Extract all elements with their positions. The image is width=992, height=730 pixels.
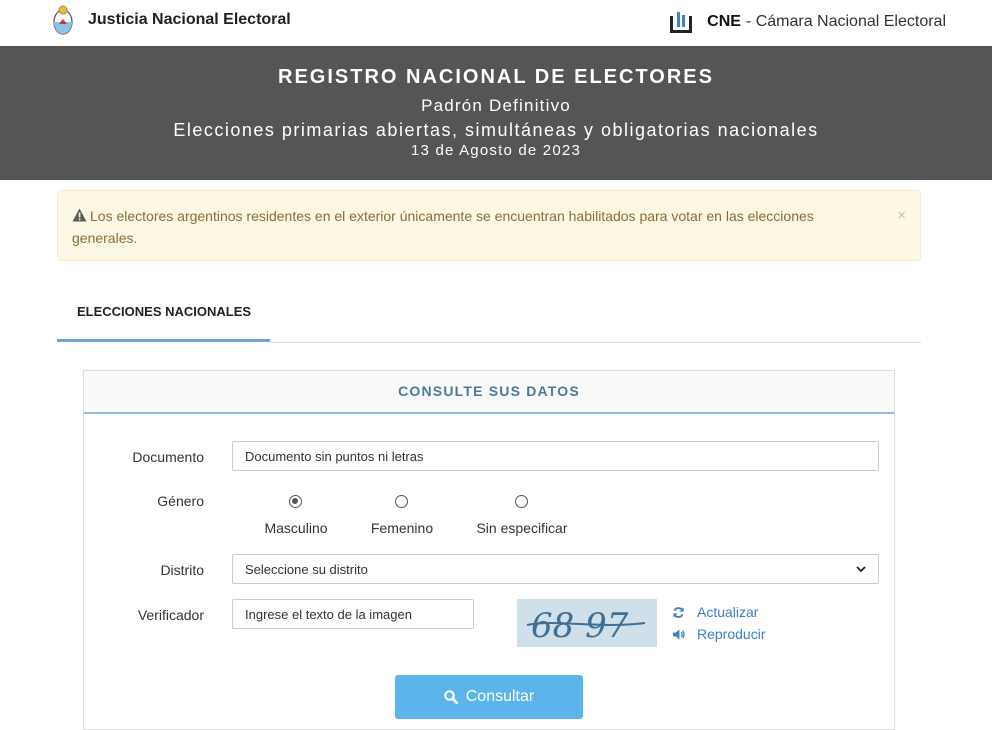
verificador-placeholder: Ingrese el texto de la imagen [245,606,412,622]
cne-title: - Cámara Nacional Electoral [745,13,946,30]
captcha-drawing: 68 97 [526,606,646,646]
page-banner: REGISTRO NACIONAL DE ELECTORES Padrón De… [0,46,992,180]
genero-masculino-label[interactable]: Masculino [246,520,346,536]
warning-icon [72,208,87,222]
genero-sin-especificar-label[interactable]: Sin especificar [457,520,587,536]
cne-abbr: CNE [707,13,741,30]
verificador-input[interactable]: Ingrese el texto de la imagen [232,599,474,629]
banner-date: 13 de Agosto de 2023 [411,142,581,159]
consultar-button[interactable]: Consultar [395,675,583,719]
genero-label: Género [157,493,204,509]
documento-input[interactable]: Documento sin puntos ni letras [232,441,879,471]
site-title: Justicia Nacional Electoral [88,11,291,28]
argentina-coat-of-arms-icon [53,5,73,35]
warning-alert: Los electores argentinos residentes en e… [57,190,921,261]
distrito-select[interactable]: Seleccione su distrito [232,554,879,584]
cne-brand[interactable]: CNE - Cámara Nacional Electoral [669,10,946,34]
consulta-panel: CONSULTE SUS DATOS Documento Documento s… [83,370,895,730]
reproducir-link[interactable]: Reproducir [672,626,765,642]
banner-title: REGISTRO NACIONAL DE ELECTORES [278,66,714,88]
volume-icon [672,628,685,640]
panel-heading: CONSULTE SUS DATOS [84,371,894,414]
consultar-label: Consultar [465,688,535,705]
genero-masculino-radio[interactable] [289,495,302,508]
genero-sin-especificar-radio[interactable] [515,495,528,508]
alert-text: Los electores argentinos residentes en e… [72,208,814,246]
chevron-down-icon [856,566,866,573]
distrito-selected-value: Seleccione su distrito [245,561,368,577]
banner-subtitle: Padrón Definitivo [421,96,571,115]
refresh-icon [673,606,684,618]
tab-elecciones-nacionales[interactable]: ELECCIONES NACIONALES [57,290,270,342]
reproducir-label: Reproducir [697,626,766,642]
alert-close-button[interactable]: × [897,205,906,227]
top-bar: Justicia Nacional Electoral CNE - Cámara… [0,0,992,46]
alert-body: Los electores argentinos residentes en e… [72,205,906,249]
banner-election-name: Elecciones primarias abiertas, simultáne… [173,120,819,140]
genero-femenino-radio[interactable] [395,495,408,508]
cne-logo-icon [670,12,693,33]
tab-divider [270,342,921,343]
documento-label: Documento [132,449,204,465]
actualizar-link[interactable]: Actualizar [672,604,758,620]
search-icon [443,690,458,704]
captcha-image: 68 97 [517,599,657,647]
genero-femenino-label[interactable]: Femenino [352,520,452,536]
captcha-text: 68 97 [531,606,629,646]
jne-brand[interactable]: Justicia Nacional Electoral [52,4,291,36]
distrito-label: Distrito [160,562,204,578]
actualizar-label: Actualizar [697,604,759,620]
documento-placeholder: Documento sin puntos ni letras [245,448,424,464]
verificador-label: Verificador [137,607,204,623]
